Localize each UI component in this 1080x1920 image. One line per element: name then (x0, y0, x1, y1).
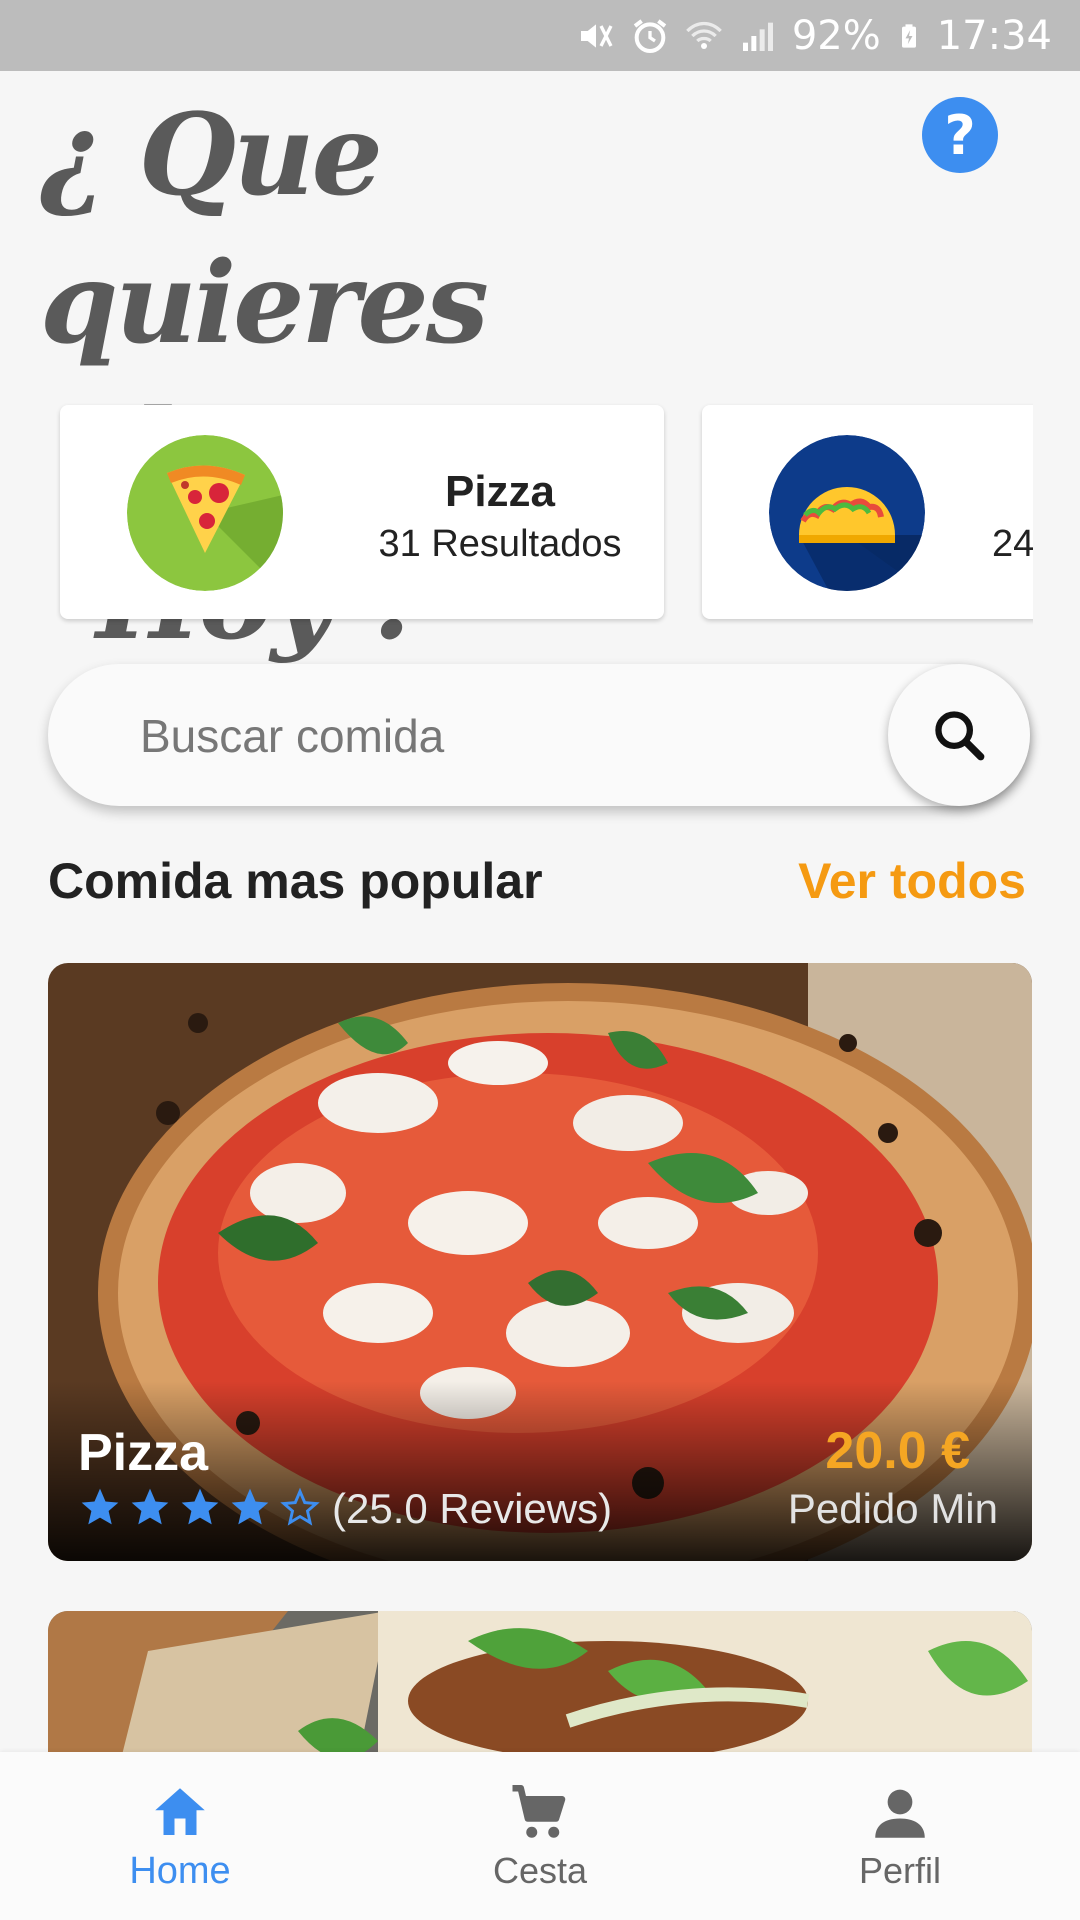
star-outline-icon (280, 1487, 320, 1526)
search-input[interactable] (138, 699, 842, 773)
status-bar: 92% 17:34 (0, 0, 1080, 71)
star-filled-icon (231, 1488, 269, 1525)
wifi-icon (685, 21, 722, 49)
status-icons: 92% 17:34 (576, 0, 1052, 71)
mute-icon (580, 23, 613, 48)
battery-charging-icon (901, 23, 916, 48)
clock: 17:34 (936, 12, 1052, 59)
section-title: Comida mas popular (48, 853, 543, 909)
category-carousel[interactable]: Pizza 31 Resultados 24 (0, 400, 1033, 630)
question-icon: ? (944, 103, 976, 167)
pizza-icon (127, 435, 283, 591)
alarm-icon (633, 18, 667, 53)
nav-profile[interactable]: Perfil (800, 1780, 1000, 1900)
signal-icon (742, 22, 773, 51)
nav-label: Home (129, 1850, 231, 1892)
battery-percent: 92% (791, 12, 881, 59)
rating-stars (78, 1485, 322, 1529)
review-count: (25.0 Reviews) (332, 1485, 613, 1532)
search-button[interactable] (888, 664, 1030, 806)
category-card-pizza[interactable]: Pizza 31 Resultados (60, 405, 664, 619)
person-icon (875, 1789, 925, 1838)
bottom-navigation: Home Cesta Perfil (0, 1752, 1080, 1920)
taco-icon (769, 435, 925, 591)
star-filled-icon (131, 1488, 169, 1525)
nav-label: Perfil (858, 1850, 942, 1891)
nav-home[interactable]: Home (80, 1780, 280, 1900)
cart-icon (512, 1784, 566, 1838)
nav-label: Cesta (492, 1850, 588, 1891)
home-icon (155, 1788, 205, 1835)
search-icon (935, 711, 985, 761)
category-name: Pizza (444, 467, 556, 516)
category-card-tacos[interactable]: 24 (702, 405, 1033, 619)
min-order-price: 20.0 € (825, 1422, 970, 1480)
food-card-pizza[interactable]: Pizza (25.0 Reviews) 20.0 € Pedido Min (48, 963, 1032, 1561)
food-name: Pizza (78, 1424, 209, 1482)
title-line-1: ¿ Que quieres (40, 90, 489, 369)
help-button[interactable]: ? (922, 97, 998, 173)
star-filled-icon (81, 1488, 119, 1525)
nav-cart[interactable]: Cesta (440, 1780, 640, 1900)
star-filled-icon (181, 1488, 219, 1525)
search-bar (48, 664, 1030, 806)
min-order-label: Pedido Min (787, 1485, 998, 1532)
category-count: 31 Resultados (378, 523, 622, 565)
see-all-link[interactable]: Ver todos (798, 852, 1026, 910)
category-count: 24 (992, 523, 1033, 565)
